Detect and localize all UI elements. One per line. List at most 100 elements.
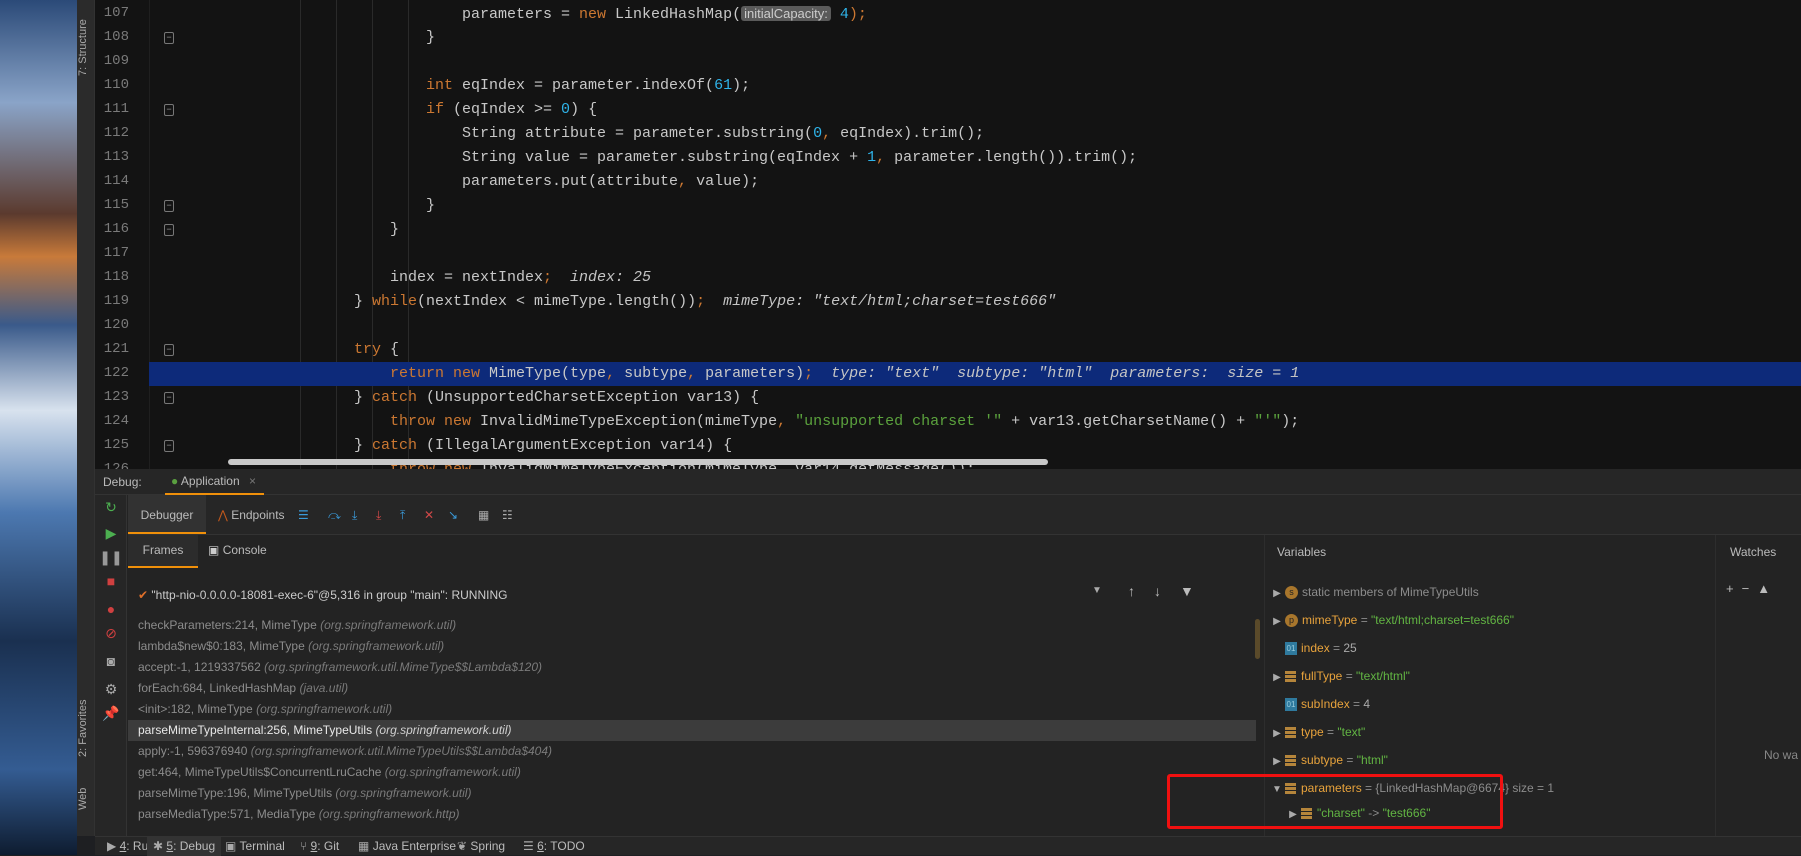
web-tool-button[interactable]: Web [77, 784, 95, 814]
static-icon: s [1285, 586, 1298, 600]
code-line: } catch (IllegalArgumentException var14)… [354, 434, 732, 458]
resume-icon[interactable]: ▶ [99, 525, 123, 542]
remove-watch-icon[interactable]: − [1742, 581, 1758, 596]
stack-frame[interactable]: forEach:684, LinkedHashMap (java.util) [128, 678, 1256, 699]
frame-method: apply:-1, 596376940 [138, 744, 248, 758]
frames-panel: Frames ▣ Console ✔ "http-nio-0.0.0.0-180… [128, 535, 1264, 836]
inline-debug-value: index: 25 [552, 269, 652, 286]
expand-icon[interactable]: ▶ [1269, 580, 1285, 608]
trace-icon[interactable]: ☷ [502, 495, 513, 534]
next-frame-icon[interactable]: ↓ [1154, 583, 1161, 599]
stack-frame[interactable]: parseMimeType:196, MimeTypeUtils (org.sp… [128, 783, 1256, 804]
stop-icon[interactable]: ■ [99, 573, 123, 589]
step-over-icon[interactable]: ⤼ [328, 495, 341, 534]
endpoints-label: Endpoints [231, 508, 285, 522]
stack-frame[interactable]: checkParameters:214, MimeType (org.sprin… [128, 615, 1256, 636]
favorites-tool-button[interactable]: 2: Favorites [77, 688, 95, 768]
thread-selector[interactable]: ✔ "http-nio-0.0.0.0-18081-exec-6"@5,316 … [128, 583, 1188, 607]
expand-icon[interactable]: ▶ [1269, 608, 1285, 636]
settings-icon[interactable]: ⚙ [99, 681, 123, 698]
stack-frame[interactable]: <init>:182, MimeType (org.springframewor… [128, 699, 1256, 720]
stack-frame[interactable]: parseMediaType:571, MediaType (org.sprin… [128, 804, 1256, 825]
frames-scrollbar[interactable] [1255, 619, 1260, 659]
stack-frame[interactable]: apply:-1, 596376940 (org.springframework… [128, 741, 1256, 762]
tool-window-git[interactable]: ⑂ 9: Git [300, 837, 339, 856]
desktop-wallpaper [0, 0, 77, 855]
rerun-icon[interactable]: ↻ [99, 499, 123, 516]
equals-sign: = [1349, 697, 1364, 711]
tab-application[interactable]: ● Application × [165, 469, 264, 495]
stack-frame[interactable]: parseMimeTypeInternal:256, MimeTypeUtils… [128, 720, 1256, 741]
code-token: , [678, 173, 697, 190]
fold-marker-icon[interactable]: − [164, 440, 174, 452]
fold-marker-icon[interactable]: − [164, 224, 174, 236]
structure-tool-button[interactable]: 7: Structure [77, 8, 95, 88]
code-editor[interactable]: 107 parameters = new LinkedHashMap(initia… [95, 0, 1801, 469]
variable-name: type [1301, 725, 1324, 739]
tool-window-javaenterprise[interactable]: ▦ Java Enterprise [358, 837, 456, 856]
view-breakpoints-icon[interactable]: ● [99, 601, 123, 617]
horizontal-scrollbar[interactable] [228, 459, 1048, 465]
camera-icon[interactable]: ◙ [99, 653, 123, 669]
fold-marker-icon[interactable]: − [164, 200, 174, 212]
filter-icon[interactable]: ▼ [1180, 583, 1194, 599]
tool-label: Terminal [239, 839, 285, 853]
tool-window-todo[interactable]: ☰ 6: TODO [523, 837, 585, 856]
variable-row[interactable]: ▶ p mimeType = "text/html;charset=test666" [1269, 606, 1514, 634]
frame-list: checkParameters:214, MimeType (org.sprin… [128, 615, 1264, 836]
variable-row[interactable]: 01 index = 25 [1269, 634, 1357, 662]
stack-frame[interactable]: get:464, MimeTypeUtils$ConcurrentLruCach… [128, 762, 1256, 783]
move-up-icon[interactable]: ▲ [1757, 581, 1778, 596]
pause-icon[interactable]: ❚❚ [99, 549, 123, 566]
debug-side-toolbar: ↻ ▶ ❚❚ ■ ● ⊘ ◙ ⚙ 📌 [95, 495, 127, 836]
step-into-icon[interactable]: ⤓ [352, 495, 357, 534]
pin-icon[interactable]: 📌 [99, 705, 123, 722]
tab-debugger[interactable]: Debugger [128, 495, 206, 534]
tool-window-terminal[interactable]: ▣ Terminal [225, 837, 285, 856]
variable-value: "text" [1337, 725, 1366, 739]
variable-row[interactable]: ▶ subtype = "html" [1269, 746, 1388, 774]
fold-marker-icon[interactable]: − [164, 392, 174, 404]
close-icon[interactable]: × [249, 474, 256, 488]
variable-row[interactable]: ▶ fullType = "text/html" [1269, 662, 1410, 690]
show-execution-point-icon[interactable]: ☰ [298, 495, 309, 534]
evaluate-expression-icon[interactable]: ▦ [478, 495, 489, 534]
code-token: InvalidMimeTypeException(mimeType [480, 413, 778, 430]
stack-frame[interactable]: accept:-1, 1219337562 (org.springframewo… [128, 657, 1256, 678]
drop-frame-icon[interactable]: ✕ [424, 495, 434, 534]
step-out-icon[interactable]: ⤒ [400, 495, 405, 534]
line-number: 119 [103, 293, 129, 309]
tool-window-spring[interactable]: ❦ Spring [457, 837, 505, 856]
code-token: 61 [714, 77, 733, 94]
variable-row[interactable]: ▶ type = "text" [1269, 718, 1365, 746]
code-line: } [426, 194, 435, 218]
expand-icon[interactable]: ▶ [1269, 748, 1285, 776]
previous-frame-icon[interactable]: ↑ [1128, 583, 1135, 599]
code-token: , [876, 149, 895, 166]
code-token: (UnsupportedCharsetException var13) { [426, 389, 760, 406]
fold-marker-icon[interactable]: − [164, 104, 174, 116]
code-token: throw new [390, 413, 481, 430]
expand-icon[interactable]: ▶ [1269, 720, 1285, 748]
endpoints-icon: ⋀ [218, 508, 228, 522]
tab-console[interactable]: ▣ Console [208, 535, 267, 568]
fold-marker-icon[interactable]: − [164, 32, 174, 44]
fold-marker-icon[interactable]: − [164, 344, 174, 356]
expand-icon[interactable]: ▶ [1269, 664, 1285, 692]
code-token: MimeType(type [489, 365, 607, 382]
stack-frame[interactable]: lambda$new$0:183, MimeType (org.springfr… [128, 636, 1256, 657]
thread-dropdown-icon[interactable]: ▼ [1092, 585, 1102, 596]
tab-frames[interactable]: Frames [128, 535, 198, 568]
variable-row[interactable]: 01 subIndex = 4 [1269, 690, 1370, 718]
tool-window-debug[interactable]: ✱ 5: Debug [147, 837, 222, 856]
code-token: "unsupported charset '" [795, 413, 1003, 430]
frame-method: parseMediaType:571, MediaType [138, 807, 316, 821]
variable-name: subtype [1301, 753, 1344, 767]
equals-sign: = [1343, 753, 1357, 767]
force-step-into-icon[interactable]: ⤓ [376, 495, 381, 534]
add-watch-icon[interactable]: + [1726, 581, 1742, 596]
mute-breakpoints-icon[interactable]: ⊘ [99, 625, 123, 642]
tab-endpoints[interactable]: ⋀ Endpoints [218, 495, 285, 534]
run-to-cursor-icon[interactable]: ↘ [448, 495, 458, 534]
variable-row[interactable]: ▶ s static members of MimeTypeUtils [1269, 578, 1479, 606]
